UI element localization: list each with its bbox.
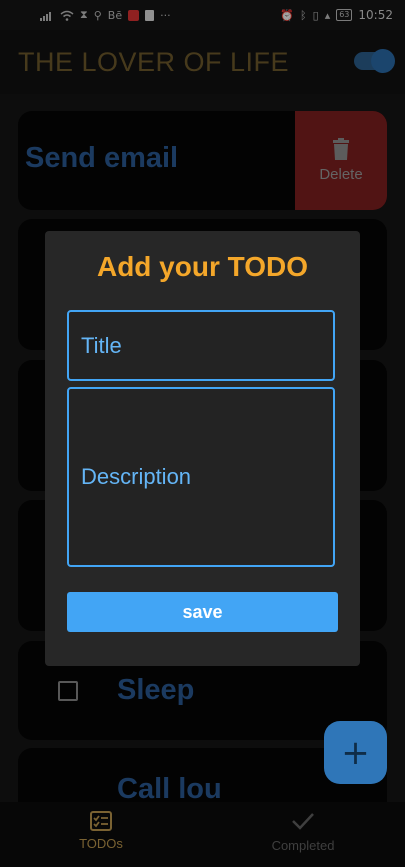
title-input[interactable]: Title xyxy=(67,310,335,381)
save-button[interactable]: save xyxy=(67,592,338,632)
title-placeholder: Title xyxy=(81,332,122,358)
dialog-title: Add your TODO xyxy=(96,251,309,282)
nav-label-todos: TODOs xyxy=(79,836,123,851)
add-todo-dialog: Add your TODO Title Description save xyxy=(45,231,360,666)
nav-tab-todos[interactable]: TODOs xyxy=(31,810,171,851)
check-icon xyxy=(292,813,314,830)
add-todo-button[interactable]: + xyxy=(324,721,387,784)
todo-list-icon xyxy=(90,811,112,831)
nav-label-completed: Completed xyxy=(271,838,335,853)
description-placeholder: Description xyxy=(81,464,192,489)
description-input[interactable]: Description xyxy=(67,387,335,567)
bottom-nav: TODOs Completed xyxy=(0,802,405,867)
nav-tab-completed[interactable]: Completed xyxy=(233,810,373,853)
